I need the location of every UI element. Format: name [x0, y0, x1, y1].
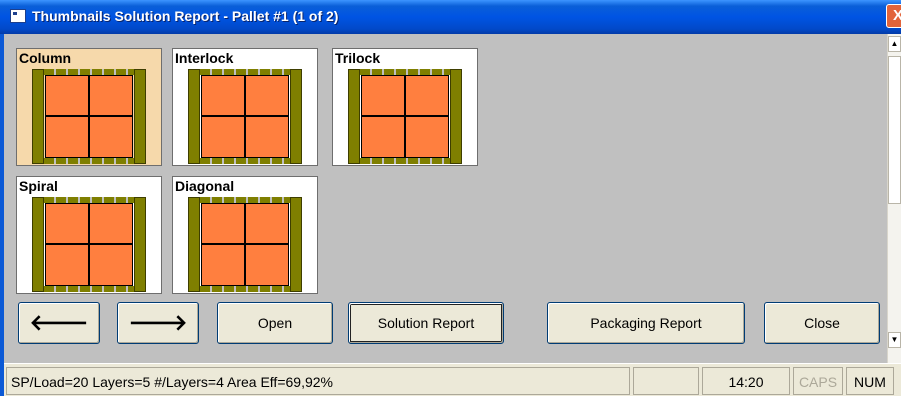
open-button[interactable]: Open	[217, 302, 333, 344]
arrow-left-icon: 🡐	[29, 310, 89, 335]
status-text: SP/Load=20 Layers=5 #/Layers=4 Area Eff=…	[6, 367, 630, 395]
thumbnail-label: Column	[19, 50, 72, 66]
close-window-button[interactable]: X	[886, 4, 901, 28]
previous-button[interactable]: 🡐	[18, 302, 100, 344]
arrow-right-icon: 🡒	[128, 310, 188, 335]
thumbnail-label: Trilock	[335, 50, 381, 66]
solution-report-button[interactable]: Solution Report	[348, 302, 504, 344]
pallet-pattern-icon	[348, 69, 462, 164]
status-num: NUM	[846, 367, 894, 395]
thumbnail-area: Column Interlock Trilock Spiral Diagonal	[4, 34, 888, 363]
vertical-scrollbar[interactable]: ▲ ▼	[887, 34, 901, 363]
title-bar[interactable]: Thumbnails Solution Report - Pallet #1 (…	[0, 0, 901, 34]
thumbnail-spiral[interactable]: Spiral	[16, 176, 162, 294]
status-caps: CAPS	[793, 367, 843, 395]
scroll-down-button[interactable]: ▼	[888, 332, 901, 348]
status-bar: SP/Load=20 Layers=5 #/Layers=4 Area Eff=…	[4, 363, 901, 396]
scroll-up-button[interactable]: ▲	[888, 36, 901, 52]
thumbnail-label: Spiral	[19, 178, 58, 194]
pallet-pattern-icon	[188, 69, 302, 164]
next-button[interactable]: 🡒	[117, 302, 199, 344]
app-icon	[10, 9, 26, 23]
thumbnail-trilock[interactable]: Trilock	[332, 48, 478, 166]
packaging-report-button[interactable]: Packaging Report	[547, 302, 745, 344]
thumbnail-interlock[interactable]: Interlock	[172, 48, 318, 166]
pallet-pattern-icon	[32, 69, 146, 164]
thumbnail-label: Interlock	[175, 50, 234, 66]
thumbnail-label: Diagonal	[175, 178, 235, 194]
pallet-pattern-icon	[188, 197, 302, 292]
window-title: Thumbnails Solution Report - Pallet #1 (…	[32, 8, 339, 24]
status-time: 14:20	[702, 367, 790, 395]
close-button[interactable]: Close	[764, 302, 880, 344]
thumbnail-column[interactable]: Column	[16, 48, 162, 166]
thumbnail-diagonal[interactable]: Diagonal	[172, 176, 318, 294]
pallet-pattern-icon	[32, 197, 146, 292]
status-empty-pane	[633, 367, 699, 395]
scroll-thumb[interactable]	[888, 56, 901, 204]
